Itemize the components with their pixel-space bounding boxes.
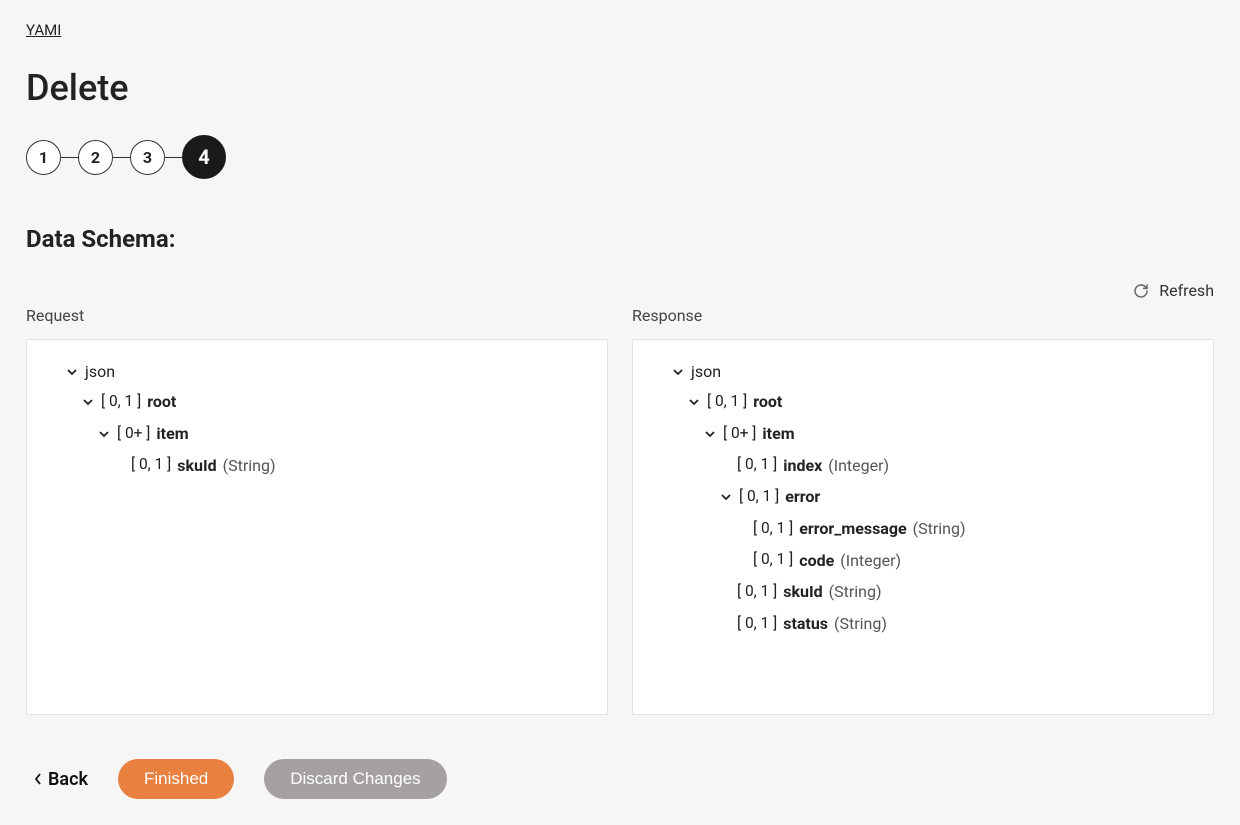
chevron-down-icon[interactable] xyxy=(703,429,717,439)
tree-node-skuid[interactable]: [ 0, 1 ] skuId (String) xyxy=(653,581,1193,603)
chevron-left-icon xyxy=(34,773,42,785)
tree-node-name: skuId xyxy=(783,582,822,601)
wizard-connector xyxy=(61,157,78,158)
tree-node-type: (String) xyxy=(834,614,887,633)
tree-node-name: error xyxy=(785,487,820,506)
tree-node-type: (String) xyxy=(913,519,966,538)
wizard-connector xyxy=(113,157,130,158)
request-schema-panel: json [ 0, 1 ] root [ 0+ ] item xyxy=(26,339,608,715)
section-title: Data Schema: xyxy=(26,225,1214,253)
chevron-down-icon[interactable] xyxy=(97,429,111,439)
tree-node-type: (String) xyxy=(829,582,882,601)
tree-cardinality: [ 0+ ] xyxy=(723,423,756,445)
tree-node-index[interactable]: [ 0, 1 ] index (Integer) xyxy=(653,454,1193,476)
wizard-connector xyxy=(165,157,182,158)
response-panel-label: Response xyxy=(632,306,1214,325)
tree-node-item[interactable]: [ 0+ ] item xyxy=(47,423,587,445)
refresh-button[interactable]: Refresh xyxy=(26,281,1214,300)
tree-node-error[interactable]: [ 0, 1 ] error xyxy=(653,486,1193,508)
breadcrumb-link[interactable]: YAMI xyxy=(26,21,61,39)
wizard-step-2[interactable]: 2 xyxy=(78,140,113,175)
tree-cardinality: [ 0, 1 ] xyxy=(739,486,779,508)
request-panel-label: Request xyxy=(26,306,608,325)
refresh-label: Refresh xyxy=(1159,281,1214,300)
chevron-down-icon[interactable] xyxy=(719,492,733,502)
tree-cardinality: [ 0, 1 ] xyxy=(101,391,141,413)
response-schema-panel: json [ 0, 1 ] root [ 0+ ] item xyxy=(632,339,1214,715)
tree-node-name: index xyxy=(783,456,822,475)
tree-cardinality: [ 0, 1 ] xyxy=(737,454,777,476)
tree-node-name: item xyxy=(156,424,188,443)
wizard-step-3[interactable]: 3 xyxy=(130,140,165,175)
page-title: Delete xyxy=(26,67,1214,109)
tree-node-status[interactable]: [ 0, 1 ] status (String) xyxy=(653,613,1193,635)
back-label: Back xyxy=(48,769,88,790)
back-button[interactable]: Back xyxy=(34,769,88,790)
tree-node-item[interactable]: [ 0+ ] item xyxy=(653,423,1193,445)
tree-node-json[interactable]: json xyxy=(47,362,587,381)
tree-node-name: item xyxy=(762,424,794,443)
tree-node-skuid[interactable]: [ 0, 1 ] skuId (String) xyxy=(47,454,587,476)
tree-node-type: (String) xyxy=(223,456,276,475)
tree-node-code[interactable]: [ 0, 1 ] code (Integer) xyxy=(653,549,1193,571)
tree-cardinality: [ 0, 1 ] xyxy=(131,454,171,476)
tree-node-label: json xyxy=(691,362,721,381)
wizard-step-4[interactable]: 4 xyxy=(182,135,226,179)
tree-cardinality: [ 0, 1 ] xyxy=(753,518,793,540)
chevron-down-icon[interactable] xyxy=(65,367,79,377)
tree-cardinality: [ 0, 1 ] xyxy=(707,391,747,413)
tree-node-label: json xyxy=(85,362,115,381)
chevron-down-icon[interactable] xyxy=(687,397,701,407)
chevron-down-icon[interactable] xyxy=(671,367,685,377)
wizard-stepper: 1 2 3 4 xyxy=(26,135,1214,179)
tree-node-root[interactable]: [ 0, 1 ] root xyxy=(47,391,587,413)
refresh-icon xyxy=(1133,283,1149,299)
tree-node-type: (Integer) xyxy=(828,456,889,475)
tree-node-root[interactable]: [ 0, 1 ] root xyxy=(653,391,1193,413)
tree-cardinality: [ 0, 1 ] xyxy=(753,549,793,571)
tree-cardinality: [ 0+ ] xyxy=(117,423,150,445)
finished-button[interactable]: Finished xyxy=(118,759,234,799)
tree-node-name: root xyxy=(753,392,782,411)
tree-node-name: root xyxy=(147,392,176,411)
tree-cardinality: [ 0, 1 ] xyxy=(737,581,777,603)
tree-node-name: error_message xyxy=(799,519,906,538)
tree-cardinality: [ 0, 1 ] xyxy=(737,613,777,635)
tree-node-name: status xyxy=(783,614,828,633)
discard-changes-button[interactable]: Discard Changes xyxy=(264,759,446,799)
wizard-step-1[interactable]: 1 xyxy=(26,140,61,175)
tree-node-name: code xyxy=(799,551,834,570)
tree-node-json[interactable]: json xyxy=(653,362,1193,381)
tree-node-name: skuId xyxy=(177,456,216,475)
chevron-down-icon[interactable] xyxy=(81,397,95,407)
tree-node-type: (Integer) xyxy=(840,551,901,570)
tree-node-error-message[interactable]: [ 0, 1 ] error_message (String) xyxy=(653,518,1193,540)
